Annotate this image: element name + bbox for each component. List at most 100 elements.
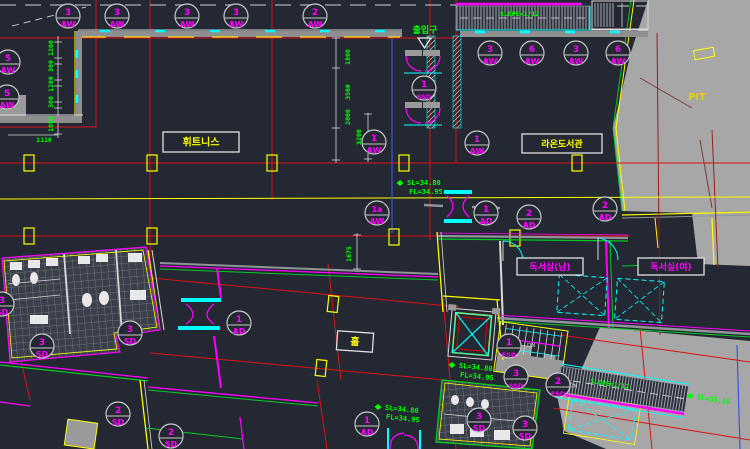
grid-bubble-aw: 2 AW <box>303 4 327 29</box>
level-fl: FL=34.95 <box>409 188 443 196</box>
bubble-number: 3 <box>65 8 71 18</box>
bubble-number: 3 <box>114 8 120 18</box>
bubble-label: AW <box>483 57 498 66</box>
grid-bubble-sd: 3 SD <box>118 321 142 346</box>
grid-bubble-aw: 3 AW <box>224 4 248 29</box>
bubble-number: 3 <box>233 8 239 18</box>
room-label-text: 라온도서관 <box>541 138 583 150</box>
grid-bubble-sd: 3 SD <box>30 334 54 359</box>
bubble-number: 2 <box>555 377 561 387</box>
bubble-label: SD <box>473 424 486 433</box>
grid-bubble-aw: 3 AW <box>56 4 80 29</box>
dimension-text: 1200 <box>47 76 55 92</box>
grid-bubble-sd: 2SD <box>106 402 130 427</box>
bubble-label: AW <box>1 66 16 75</box>
bubble-label: AW <box>0 101 15 110</box>
bubble-number: 1 <box>236 315 242 325</box>
grid-bubble-ad: 2 AD <box>517 205 541 230</box>
grid-bubble-ad: 1 AD <box>227 311 251 336</box>
bubble-number: 6 <box>615 45 621 55</box>
room-label-text: 홀 <box>350 335 360 349</box>
bubble-number: 1 <box>364 416 370 426</box>
dimension-text: 1110 <box>36 136 52 144</box>
floor-plan-canvas[interactable]: 휘트니스라온도서관독서실(남)독서실(여)홀 3AW3AW3AW3AW2AW3A… <box>0 0 750 449</box>
grid-bubble-aw: 1 AW <box>362 130 386 155</box>
grid-bubble-aw: 3AW <box>175 4 199 29</box>
room-label: 라온도서관 <box>522 134 602 153</box>
grid-bubble-fsd: 1FSD <box>497 334 521 359</box>
bubble-label: AD <box>233 327 246 336</box>
bubble-label: AW <box>61 20 76 29</box>
bubble-number: 3 <box>184 8 190 18</box>
bubble-label: AW <box>229 20 244 29</box>
grid-bubble-aw: 3 AW <box>105 4 129 29</box>
grid-bubble-sd: 3 SD <box>513 416 537 441</box>
room-label: 휘트니스 <box>163 132 239 152</box>
bubble-label: AD <box>480 217 493 226</box>
bubble-label: AW <box>110 20 125 29</box>
bubble-number: 2 <box>115 406 121 416</box>
bubble-label: AW <box>569 57 584 66</box>
bubble-label: SSD <box>417 93 432 101</box>
dimension-text: 1675 <box>345 246 353 262</box>
bubble-number: 1 <box>371 134 377 144</box>
cad-drawing-viewport[interactable]: 휘트니스라온도서관독서실(남)독서실(여)홀 3AW3AW3AW3AW2AW3A… <box>0 0 750 449</box>
entrance-label: 출입구 <box>413 24 438 36</box>
bubble-number: 3 <box>522 420 528 430</box>
bubble-label: SD <box>124 337 137 346</box>
bubble-label: AD <box>599 213 612 222</box>
bubble-label: AW <box>367 146 382 155</box>
bubble-label: AD <box>361 428 374 437</box>
bubble-label: FSD <box>551 390 566 398</box>
dimension-text: 2000 <box>344 109 352 125</box>
bubble-label: AW <box>611 57 626 66</box>
dn-label: DN <box>527 343 535 349</box>
room-label: 독서실(남) <box>517 258 583 275</box>
bubble-label: SD <box>36 350 49 359</box>
dimension-text: 1800 <box>344 49 352 65</box>
room-label-text: 독서실(남) <box>529 261 570 273</box>
bubble-number: 1a <box>372 205 383 214</box>
grid-bubble-aw: 3 AW <box>564 41 588 66</box>
pit-label: PIT <box>688 92 706 103</box>
bubble-number: 2 <box>602 201 608 211</box>
bubble-number: 2 <box>526 209 532 219</box>
room-label: 홀 <box>336 331 373 352</box>
bubble-number: 5 <box>5 54 11 64</box>
bubble-label: AW <box>370 217 385 226</box>
bubble-number: 3 <box>39 338 45 348</box>
grid-bubble-aw: 1 AW <box>465 131 489 156</box>
level-sl: SL=34.80 <box>407 179 441 187</box>
room-label-text: 휘트니스 <box>183 136 220 149</box>
bubble-label: SD <box>519 432 532 441</box>
bubble-label: SSD <box>509 382 524 390</box>
bubble-number: 1 <box>421 80 427 90</box>
bubble-number: 3 <box>0 296 5 306</box>
grid-bubble-ssd: 1 SSD <box>412 76 436 101</box>
slope-label: SLOPE=1/12 <box>500 10 539 18</box>
bubble-label: SD <box>0 308 9 317</box>
dimension-text: 300 <box>47 60 55 72</box>
bubble-label: SD <box>165 440 178 449</box>
bubble-label: AW <box>470 147 485 156</box>
bubble-number: 3 <box>513 369 519 379</box>
bubble-number: 3 <box>487 45 493 55</box>
grid-bubble-aw: 6 AW <box>606 41 630 66</box>
bubble-number: 6 <box>529 45 535 55</box>
grid-bubble-ad: 1 AD <box>355 412 379 437</box>
dimension-text: 3500 <box>344 84 352 100</box>
dimension-text: 3200 <box>355 129 363 145</box>
bubble-number: 3 <box>573 45 579 55</box>
grid-bubble-aw: 6AW <box>520 41 544 66</box>
grid-bubble-fsd: 2 FSD <box>546 373 570 398</box>
bubble-label: AW <box>308 20 323 29</box>
bubble-number: 1 <box>483 205 489 215</box>
bubble-number: 2 <box>312 8 318 18</box>
grid-bubble-ad: 2 AD <box>593 197 617 222</box>
bubble-label: FSD <box>502 351 517 359</box>
bubble-label: AD <box>523 221 536 230</box>
dimension-text: 300 <box>47 96 55 108</box>
room-label: 독서실(여) <box>638 258 704 275</box>
bubble-number: 1 <box>474 135 480 145</box>
bubble-number: 3 <box>127 325 133 335</box>
